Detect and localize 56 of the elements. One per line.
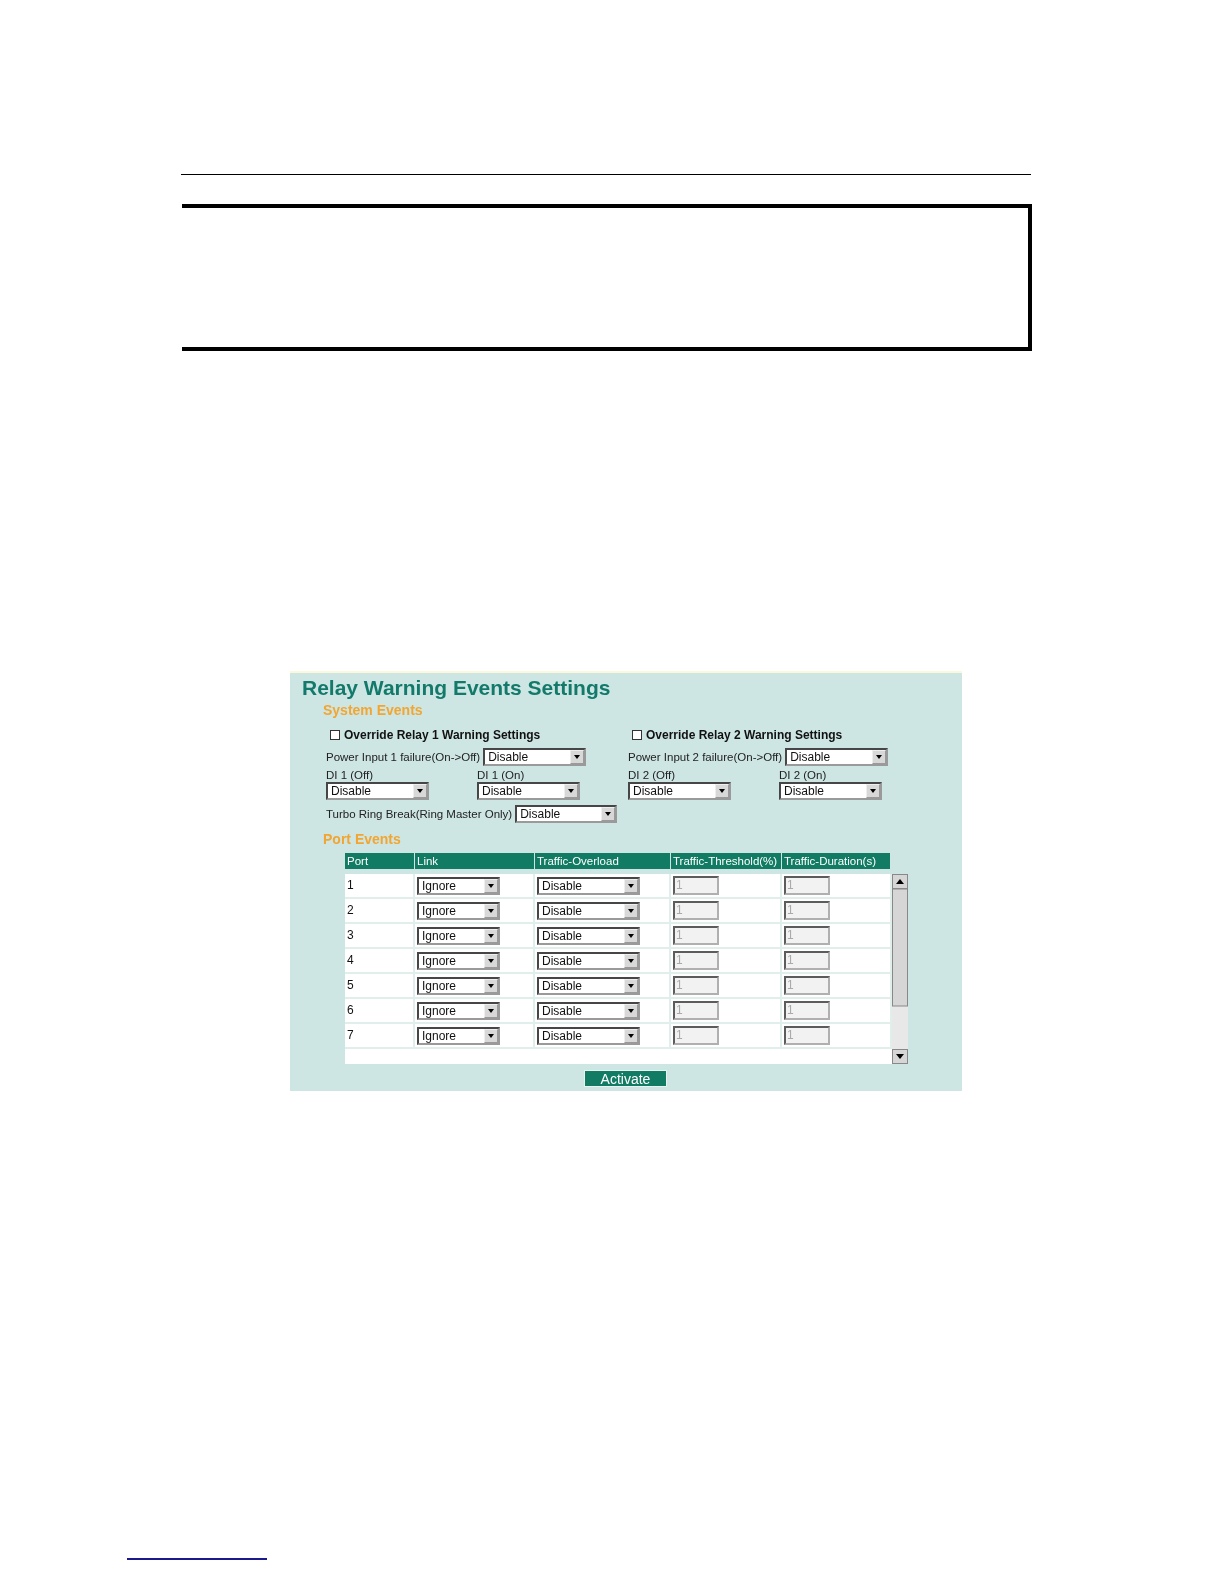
table-cell: 5 (345, 974, 415, 997)
field-label: DI 1 (On) (477, 769, 525, 781)
field-label: Power Input 1 failure(On->Off) (326, 751, 481, 763)
table-cell: 6 (345, 999, 415, 1022)
table-cell: 2 (345, 899, 415, 922)
scrollbar[interactable] (892, 874, 908, 1064)
section-heading: System Events (323, 702, 423, 718)
caret-icon (484, 953, 498, 968)
caret-icon (484, 978, 498, 993)
column-header: Port (345, 853, 415, 869)
caret-icon (601, 807, 616, 821)
dropdown[interactable]: Disable (515, 805, 618, 823)
caret-icon (624, 1028, 638, 1043)
caret-icon (624, 903, 638, 918)
caret-icon (484, 928, 498, 943)
page-title: Relay Warning Events Settings (302, 676, 611, 700)
caret-icon (866, 784, 880, 798)
caret-icon (715, 784, 729, 798)
dropdown[interactable]: Disable (628, 782, 731, 800)
caret-icon (624, 978, 638, 993)
table-cell: 1 (345, 874, 415, 897)
checkbox[interactable] (632, 730, 642, 740)
table-cell: 4 (345, 949, 415, 972)
field-label: Power Input 2 failure(On->Off) (628, 751, 783, 763)
column-header: Traffic-Duration(s) (782, 853, 891, 869)
column-header: Traffic-Overload (535, 853, 671, 869)
dropdown[interactable]: Disable (477, 782, 580, 800)
checkbox-label: Override Relay 2 Warning Settings (646, 728, 843, 742)
field-label: Turbo Ring Break(Ring Master Only) (326, 808, 513, 820)
checkbox-label: Override Relay 1 Warning Settings (344, 728, 541, 742)
table-cell: 3 (345, 924, 415, 947)
column-header: Link (415, 853, 535, 869)
caret-icon (872, 750, 887, 764)
column-header: Traffic-Threshold(%) (671, 853, 782, 869)
dropdown[interactable]: Disable (326, 782, 429, 800)
field-label: DI 2 (On) (779, 769, 827, 781)
activate-button[interactable]: Activate (584, 1070, 667, 1087)
caret-icon (624, 953, 638, 968)
caret-icon (564, 784, 578, 798)
caret-icon (484, 1028, 498, 1043)
dropdown[interactable]: Disable (779, 782, 882, 800)
caret-icon (413, 784, 427, 798)
dropdown[interactable]: Disable (483, 748, 587, 766)
field-label: DI 2 (Off) (628, 769, 676, 781)
caret-icon (624, 1003, 638, 1018)
field-label: DI 1 (Off) (326, 769, 374, 781)
caret-icon (570, 750, 585, 764)
dropdown[interactable]: Disable (785, 748, 889, 766)
table-cell: 7 (345, 1024, 415, 1047)
checkbox[interactable] (330, 730, 340, 740)
caret-icon (624, 928, 638, 943)
caret-icon (624, 878, 638, 893)
caret-icon (484, 1003, 498, 1018)
section-heading: Port Events (323, 831, 401, 847)
caret-icon (484, 878, 498, 893)
caret-icon (484, 903, 498, 918)
